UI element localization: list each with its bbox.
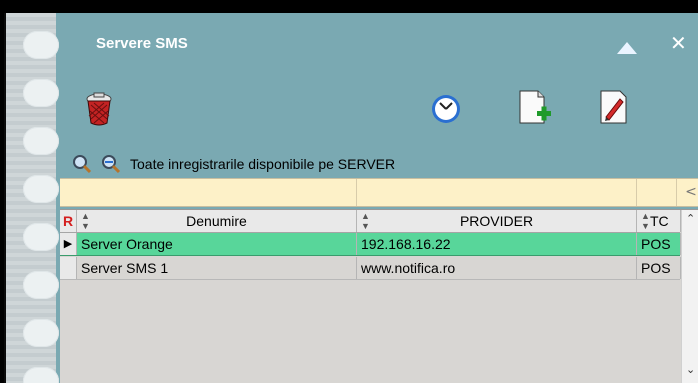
cell-denumire[interactable]: Server Orange	[77, 233, 357, 255]
filter-label: Toate inregistrarile disponibile pe SERV…	[130, 156, 396, 172]
cell-provider[interactable]: 192.168.16.22	[357, 233, 637, 255]
edit-button[interactable]	[598, 89, 630, 131]
column-header-label: PROVIDER	[459, 213, 534, 229]
table-row[interactable]: Server SMS 1 www.notifica.ro POS	[60, 257, 681, 280]
table-row[interactable]: ▶ Server Orange 192.168.16.22 POS	[60, 233, 681, 256]
cell-provider[interactable]: www.notifica.ro	[357, 257, 637, 279]
delete-button[interactable]	[82, 91, 116, 131]
divider	[356, 179, 357, 206]
strip-knob	[23, 319, 59, 347]
left-decorative-strip	[6, 13, 59, 383]
grid-header: R ▲ ▼ Denumire ▲ ▼ PROVIDER ▲ ▼ TC	[60, 210, 681, 233]
search-all-icon[interactable]	[100, 154, 122, 174]
strip-knob	[23, 271, 59, 299]
window-title: Servere SMS	[96, 35, 188, 52]
collapse-up-icon[interactable]	[617, 42, 637, 54]
row-pointer-icon: ▶	[60, 233, 77, 255]
clock-icon	[432, 95, 460, 123]
close-icon[interactable]: ✕	[670, 33, 687, 53]
cell-tc[interactable]: POS	[637, 233, 681, 255]
filter-bar: Toate inregistrarile disponibile pe SERV…	[72, 151, 395, 177]
column-header-provider[interactable]: ▲ ▼ PROVIDER	[357, 210, 637, 232]
vertical-scrollbar[interactable]: ⌃ ⌄	[681, 210, 698, 383]
scroll-down-icon[interactable]: ⌄	[686, 363, 695, 376]
scroll-left-icon[interactable]: <	[684, 181, 698, 203]
history-button[interactable]	[430, 93, 462, 129]
strip-knob	[23, 31, 59, 59]
row-indicator	[60, 257, 77, 279]
divider	[636, 179, 637, 206]
search-icon[interactable]	[72, 154, 92, 174]
strip-knob	[23, 223, 59, 251]
servers-window: Servere SMS ✕ Toate inregistrarile dispo…	[4, 13, 698, 383]
strip-knob	[23, 175, 59, 203]
trash-icon	[86, 92, 112, 126]
column-header-tc[interactable]: ▲ ▼ TC	[637, 210, 681, 232]
add-document-icon	[519, 90, 551, 124]
cell-tc[interactable]: POS	[637, 257, 681, 279]
screen: Servere SMS ✕ Toate inregistrarile dispo…	[0, 0, 698, 383]
scroll-up-icon[interactable]: ⌃	[686, 212, 695, 225]
column-header-denumire[interactable]: ▲ ▼ Denumire	[77, 210, 357, 232]
add-button[interactable]	[516, 89, 552, 131]
strip-knob	[23, 79, 59, 107]
indicator-header: R	[60, 210, 77, 232]
column-filter-strip[interactable]	[60, 178, 698, 207]
divider	[676, 179, 677, 206]
servers-grid: R ▲ ▼ Denumire ▲ ▼ PROVIDER ▲ ▼ TC ▶ Server…	[60, 209, 698, 383]
sort-icon: ▲ ▼	[641, 211, 650, 231]
strip-knob	[23, 367, 59, 383]
edit-document-icon	[600, 90, 627, 124]
column-header-label: Denumire	[186, 213, 247, 229]
column-header-label: TC	[650, 213, 669, 229]
strip-knob	[23, 127, 59, 155]
cell-denumire[interactable]: Server SMS 1	[77, 257, 357, 279]
